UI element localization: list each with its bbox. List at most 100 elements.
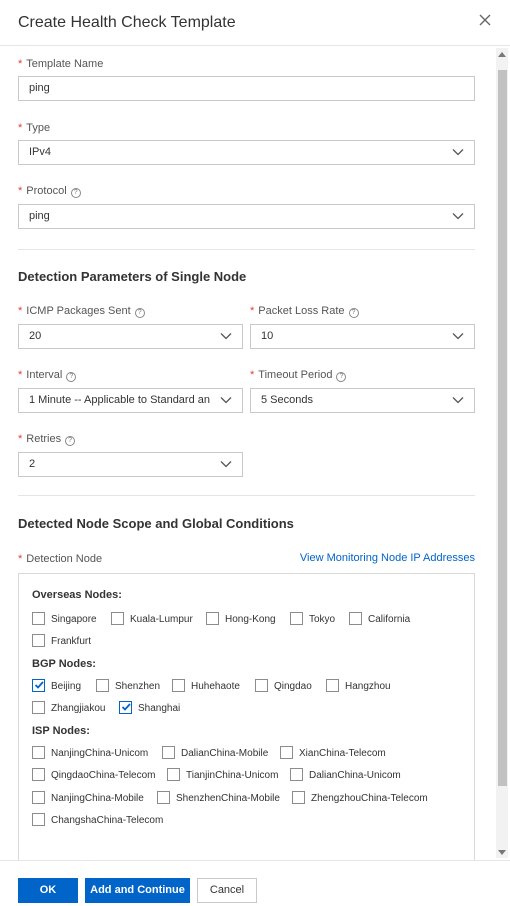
checkbox-california[interactable]: California (349, 612, 410, 629)
chevron-down-icon (452, 397, 464, 404)
checkbox-qingdao-telecom[interactable]: QingdaoChina-Telecom (32, 768, 156, 785)
help-icon[interactable]: ? (336, 372, 347, 382)
checkbox-zhangjiakou[interactable]: Zhangjiakou (32, 701, 105, 718)
checkbox-box (32, 679, 45, 692)
checkbox-box (157, 791, 170, 804)
checkbox-nanjing-unicom[interactable]: NanjingChina-Unicom (32, 746, 148, 763)
help-icon[interactable]: ? (70, 188, 81, 198)
checkbox-hangzhou[interactable]: Hangzhou (326, 679, 391, 696)
check-icon (121, 703, 131, 711)
packet-loss-select[interactable]: 10 (250, 324, 475, 349)
checkbox-dalian-mobile[interactable]: DalianChina-Mobile (162, 746, 268, 763)
checkbox-box (280, 746, 293, 759)
chevron-down-icon (452, 333, 464, 340)
help-icon[interactable]: ? (65, 436, 76, 446)
dialog-header: Create Health Check Template (0, 0, 510, 46)
template-name-label: * Template Name (18, 58, 104, 70)
divider (18, 495, 475, 496)
close-icon[interactable] (478, 13, 492, 27)
checkbox-box (32, 768, 45, 781)
type-select[interactable]: IPv4 (18, 140, 475, 165)
bgp-nodes-title: BGP Nodes: (32, 658, 96, 670)
checkbox-nanjing-mobile[interactable]: NanjingChina-Mobile (32, 791, 144, 808)
checkbox-box (349, 612, 362, 625)
required-mark: * (18, 122, 23, 134)
help-icon[interactable]: ? (66, 372, 77, 382)
checkbox-box (326, 679, 339, 692)
template-name-input[interactable]: ping (18, 76, 475, 101)
interval-label: * Interval? (18, 368, 77, 382)
add-and-continue-button[interactable]: Add and Continue (85, 878, 190, 903)
divider (18, 249, 475, 250)
checkbox-box (96, 679, 109, 692)
checkbox-box (206, 612, 219, 625)
checkbox-box (111, 612, 124, 625)
retries-select[interactable]: 2 (18, 452, 243, 477)
icmp-packages-select[interactable]: 20 (18, 324, 243, 349)
scrollbar[interactable] (496, 48, 508, 858)
timeout-label: * Timeout Period? (250, 368, 347, 382)
checkbox-box (292, 791, 305, 804)
required-mark: * (18, 305, 23, 317)
checkbox-changsha-telecom[interactable]: ChangshaChina-Telecom (32, 813, 163, 830)
checkbox-shenzhen-mobile[interactable]: ShenzhenChina-Mobile (157, 791, 280, 808)
required-mark: * (18, 185, 23, 197)
checkbox-frankfurt[interactable]: Frankfurt (32, 634, 91, 651)
type-label: * Type (18, 122, 51, 134)
checkbox-hong-kong[interactable]: Hong-Kong (206, 612, 276, 629)
required-mark: * (250, 369, 255, 381)
check-icon (34, 681, 44, 689)
checkbox-box (167, 768, 180, 781)
scope-section-title: Detected Node Scope and Global Condition… (18, 516, 294, 531)
chevron-down-icon (220, 461, 232, 468)
checkbox-beijing[interactable]: Beijing (32, 679, 81, 696)
checkbox-zhengzhou-telecom[interactable]: ZhengzhouChina-Telecom (292, 791, 428, 808)
checkbox-xian-telecom[interactable]: XianChina-Telecom (280, 746, 386, 763)
checkbox-qingdao[interactable]: Qingdao (255, 679, 312, 696)
checkbox-box (119, 701, 132, 714)
chevron-down-icon (452, 213, 464, 220)
checkbox-box (32, 791, 45, 804)
icmp-packages-label: * ICMP Packages Sent? (18, 304, 145, 318)
scrollbar-thumb[interactable] (498, 70, 507, 786)
checkbox-box (172, 679, 185, 692)
dialog-footer: OK Add and Continue Cancel (0, 860, 510, 906)
required-mark: * (18, 553, 23, 565)
ok-button[interactable]: OK (18, 878, 78, 903)
detection-node-label: * Detection Node (18, 553, 103, 565)
required-mark: * (18, 433, 23, 445)
isp-nodes-title: ISP Nodes: (32, 725, 90, 737)
checkbox-box (32, 746, 45, 759)
checkbox-box (32, 701, 45, 714)
required-mark: * (18, 369, 23, 381)
view-node-ips-link[interactable]: View Monitoring Node IP Addresses (300, 552, 475, 564)
required-mark: * (250, 305, 255, 317)
checkbox-tokyo[interactable]: Tokyo (290, 612, 335, 629)
protocol-select[interactable]: ping (18, 204, 475, 229)
cancel-button[interactable]: Cancel (197, 878, 257, 903)
checkbox-tianjin-unicom[interactable]: TianjinChina-Unicom (167, 768, 278, 785)
scroll-up-arrow-icon[interactable] (498, 52, 506, 57)
checkbox-shenzhen[interactable]: Shenzhen (96, 679, 160, 696)
dialog-body: * Template Name ping * Type IPv4 * Protocol… (0, 46, 496, 860)
checkbox-box (162, 746, 175, 759)
dialog-title: Create Health Check Template (18, 14, 236, 31)
chevron-down-icon (220, 333, 232, 340)
scroll-down-arrow-icon[interactable] (498, 850, 506, 855)
checkbox-shanghai[interactable]: Shanghai (119, 701, 180, 718)
checkbox-kuala-lumpur[interactable]: Kuala-Lumpur (111, 612, 193, 629)
checkbox-singapore[interactable]: Singapore (32, 612, 97, 629)
overseas-nodes-title: Overseas Nodes: (32, 589, 122, 601)
checkbox-box (290, 612, 303, 625)
packet-loss-label: * Packet Loss Rate? (250, 304, 359, 318)
checkbox-huhehaote[interactable]: Huhehaote (172, 679, 240, 696)
protocol-label: * Protocol? (18, 184, 81, 198)
checkbox-box (32, 612, 45, 625)
interval-select[interactable]: 1 Minute -- Applicable to Standard and U… (18, 388, 243, 413)
help-icon[interactable]: ? (348, 308, 359, 318)
checkbox-box (255, 679, 268, 692)
timeout-select[interactable]: 5 Seconds (250, 388, 475, 413)
checkbox-dalian-unicom[interactable]: DalianChina-Unicom (290, 768, 401, 785)
help-icon[interactable]: ? (134, 308, 145, 318)
checkbox-box (32, 634, 45, 647)
